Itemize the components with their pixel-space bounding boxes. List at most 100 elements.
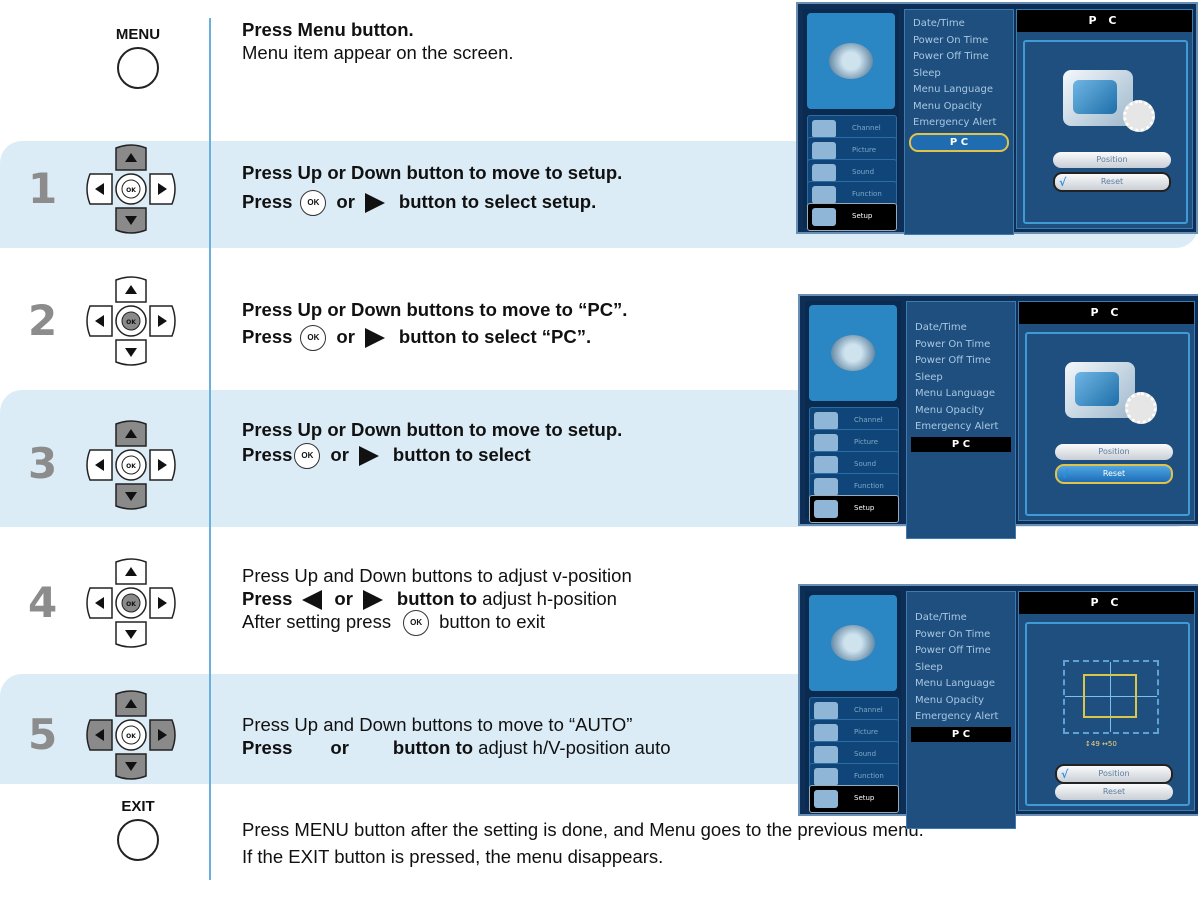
tv-setup-list: Date/Time Power On Time Power Off Time Slee… bbox=[904, 9, 1014, 235]
step3-text: Press Up or Down button to move to setup… bbox=[242, 418, 623, 470]
category-label: Sound bbox=[854, 750, 877, 758]
tv-panel-frame: ↕49 ↔50 Position √ Reset bbox=[1025, 622, 1190, 806]
right-arrow-icon bbox=[362, 590, 383, 611]
step5-press: Press bbox=[242, 737, 293, 758]
tv-setup-item: Power Off Time bbox=[915, 645, 991, 656]
category-label: Setup bbox=[854, 504, 875, 512]
step2-text: Press Up or Down buttons to move to “PC”… bbox=[242, 298, 628, 352]
step1-press: Press bbox=[242, 191, 293, 212]
position-button: Position bbox=[1053, 152, 1171, 168]
tv-category-setup: Setup bbox=[807, 203, 897, 231]
exit-text: Press MENU button after the setting is d… bbox=[242, 818, 924, 868]
step-number-5: 5 bbox=[28, 710, 58, 759]
step2-or: or bbox=[336, 326, 355, 347]
dpad-svg: OK bbox=[86, 558, 176, 648]
step4-exit: button to exit bbox=[439, 611, 546, 633]
step4-line3: After setting press OK button to exit bbox=[242, 610, 632, 637]
dpad-svg: OK bbox=[86, 690, 176, 780]
exit-line2: If the EXIT button is pressed, the menu … bbox=[242, 846, 664, 867]
tv-panel-frame: Position Reset √ bbox=[1025, 332, 1190, 516]
dpad-svg: OK bbox=[86, 420, 176, 510]
position-values: ↕49 ↔50 bbox=[1085, 740, 1117, 748]
dpad-svg: OK bbox=[86, 276, 176, 366]
check-icon: √ bbox=[1059, 176, 1067, 189]
step3-press: Press bbox=[242, 444, 293, 465]
ok-button-icon: OK bbox=[294, 443, 321, 470]
step3-line2: Press OK or button to select bbox=[242, 443, 622, 470]
tv-setup-item: Date/Time bbox=[913, 18, 965, 29]
step5-text: Press Up and Down buttons to move to “AU… bbox=[242, 713, 671, 759]
tv-setup-item: Sleep bbox=[915, 661, 943, 673]
setup-logo bbox=[807, 13, 895, 109]
tv-setup-item: Sleep bbox=[913, 67, 941, 79]
dpad-icon: OK bbox=[84, 276, 178, 366]
category-label: Channel bbox=[852, 124, 881, 132]
step-number-4: 4 bbox=[28, 578, 58, 627]
category-icon bbox=[814, 478, 838, 496]
step4-press: Press bbox=[242, 588, 293, 609]
tv-setup-item: P C bbox=[909, 132, 1009, 152]
tv-menu-screenshot: Channel Picture Sound Function Setup Date/Tim… bbox=[796, 2, 1198, 235]
check-icon: √ bbox=[1061, 768, 1069, 781]
tv-category-setup: Setup bbox=[809, 495, 899, 523]
step4-after: After setting press bbox=[242, 611, 392, 633]
setup-logo bbox=[809, 595, 897, 691]
category-label: Setup bbox=[854, 794, 875, 802]
gear-icon bbox=[829, 43, 873, 79]
step-number-1: 1 bbox=[28, 164, 58, 213]
tv-setup-list: Date/Time Power On Time Power Off Time Slee… bbox=[906, 591, 1016, 829]
tv-pc-panel: P C ↕49 ↔50 Position √ Reset bbox=[1018, 591, 1195, 811]
category-icon bbox=[812, 208, 836, 226]
category-label: Picture bbox=[854, 438, 879, 446]
tv-setup-item: Date/Time bbox=[915, 612, 967, 623]
intro-line2: Menu item appear on the screen. bbox=[242, 42, 514, 63]
tv-category-column: Channel Picture Sound Function Setup bbox=[805, 591, 901, 813]
tv-setup-item: Menu Language bbox=[915, 388, 995, 399]
tv-pc-panel: P C Position Reset √ bbox=[1018, 301, 1195, 521]
reset-button: Reset bbox=[1055, 784, 1173, 800]
tv-setup-item: Sleep bbox=[915, 371, 943, 383]
step3-line1: Press Up or Down button to move to setup… bbox=[242, 419, 623, 440]
tv-panel-title: P C bbox=[1017, 10, 1192, 32]
step1-line1: Press Up or Down button to move to setup… bbox=[242, 162, 623, 183]
divider-line bbox=[209, 18, 211, 880]
tv-panel-title: P C bbox=[1019, 592, 1194, 614]
position-button: Position bbox=[1055, 444, 1173, 460]
category-icon bbox=[814, 724, 838, 742]
category-icon bbox=[814, 790, 838, 808]
category-label: Function bbox=[854, 482, 884, 490]
tv-setup-item: Emergency Alert bbox=[915, 711, 999, 722]
tv-setup-item: Power Off Time bbox=[915, 355, 991, 366]
tv-setup-item: Menu Opacity bbox=[913, 100, 983, 112]
gear-icon bbox=[1123, 100, 1155, 132]
position-grid bbox=[1063, 660, 1159, 734]
ok-button-icon: OK bbox=[300, 190, 327, 217]
setup-logo bbox=[809, 305, 897, 401]
tv-setup-item: Power On Time bbox=[913, 34, 989, 46]
category-label: Picture bbox=[854, 728, 879, 736]
exit-button-graphic: EXIT bbox=[96, 798, 180, 861]
reset-button: Reset √ bbox=[1053, 172, 1171, 192]
tv-setup-item: Menu Language bbox=[915, 678, 995, 689]
tv-pc-panel: P C Position Reset √ bbox=[1016, 9, 1193, 229]
reset-button: Reset √ bbox=[1055, 464, 1173, 484]
step5-post-bold: button to bbox=[392, 737, 474, 758]
step2-line1: Press Up or Down buttons to move to “PC”… bbox=[242, 299, 628, 320]
category-label: Setup bbox=[852, 212, 873, 220]
category-icon bbox=[814, 434, 838, 452]
step1-line2: Press OK or button to select setup. bbox=[242, 190, 622, 217]
svg-text:OK: OK bbox=[126, 319, 136, 326]
category-icon bbox=[812, 142, 836, 160]
step4-or: or bbox=[334, 588, 353, 609]
step3-or: or bbox=[330, 444, 349, 465]
step1-text: Press Up or Down button to move to setup… bbox=[242, 161, 623, 217]
right-arrow-icon bbox=[358, 446, 379, 467]
exit-button-label: EXIT bbox=[121, 798, 155, 815]
category-icon bbox=[814, 746, 838, 764]
step5-line1: Press Up and Down buttons to move to “AU… bbox=[242, 714, 633, 735]
svg-text:OK: OK bbox=[126, 187, 136, 194]
tv-setup-item: Power On Time bbox=[915, 628, 991, 640]
tv-menu-screenshot: Channel Picture Sound Function Setup Date/Tim… bbox=[798, 294, 1198, 539]
tv-category-column: Channel Picture Sound Function Setup bbox=[803, 9, 899, 231]
tv-setup-item: Power Off Time bbox=[913, 51, 989, 62]
